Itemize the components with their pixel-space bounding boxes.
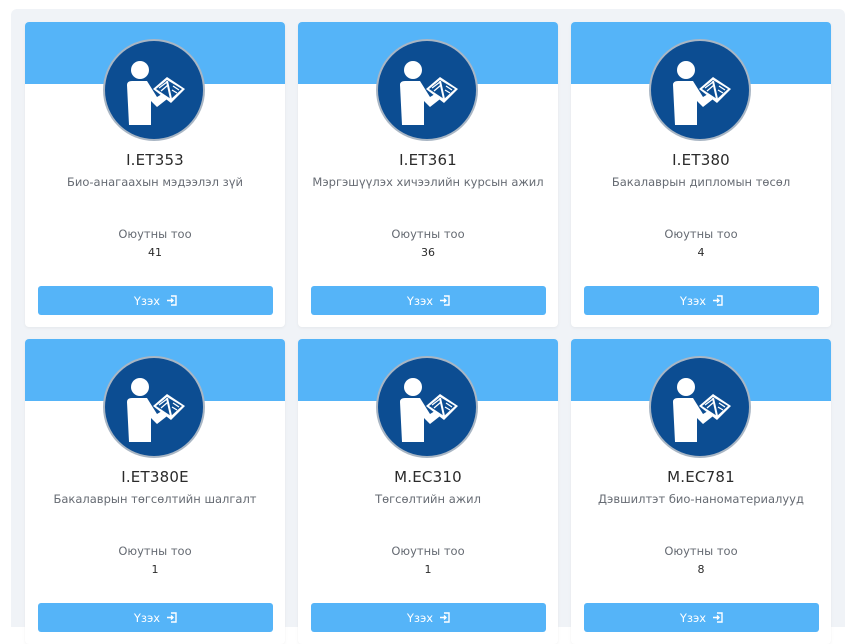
- view-button-label: Үзэх: [406, 610, 434, 625]
- course-code: I.ET361: [399, 151, 457, 169]
- student-count: 36: [421, 246, 435, 259]
- course-code: I.ET380E: [121, 468, 189, 486]
- course-name: Мэргэшүүлэх хичээлийн курсын ажил: [312, 175, 544, 189]
- view-button[interactable]: Үзэх: [38, 603, 273, 632]
- sign-in-icon: [167, 612, 177, 623]
- course-name: Био-анагаахын мэдээлэл зүй: [67, 175, 243, 189]
- view-button[interactable]: Үзэх: [311, 603, 546, 632]
- student-count: 1: [151, 563, 159, 576]
- student-count-label: Оюутны тоо: [118, 227, 192, 241]
- sign-in-icon: [713, 612, 723, 623]
- sign-in-icon: [713, 295, 723, 306]
- course-card: I.ET380E Бакалаврын төгсөлтийн шалгалт О…: [25, 339, 285, 644]
- reading-person-icon: [105, 358, 203, 456]
- course-code: M.EC310: [394, 468, 462, 486]
- student-count-label: Оюутны тоо: [391, 227, 465, 241]
- student-count: 1: [424, 563, 432, 576]
- view-button-label: Үзэх: [679, 610, 707, 625]
- sign-in-icon: [167, 295, 177, 306]
- course-name: Төгсөлтийн ажил: [375, 492, 481, 506]
- student-count-label: Оюутны тоо: [664, 544, 738, 558]
- course-name: Дэвшилтэт био-наноматериалууд: [598, 492, 804, 506]
- course-code: I.ET380: [672, 151, 730, 169]
- reading-person-icon: [105, 41, 203, 139]
- view-button[interactable]: Үзэх: [311, 286, 546, 315]
- course-card: I.ET361 Мэргэшүүлэх хичээлийн курсын ажи…: [298, 22, 558, 327]
- course-card: I.ET380 Бакалаврын дипломын төсөл Оюутны…: [571, 22, 831, 327]
- course-card: I.ET353 Био-анагаахын мэдээлэл зүй Оюутн…: [25, 22, 285, 327]
- view-button-label: Үзэх: [133, 610, 161, 625]
- reading-person-icon: [651, 41, 749, 139]
- sign-in-icon: [440, 295, 450, 306]
- course-card: M.EC310 Төгсөлтийн ажил Оюутны тоо 1 Үзэ…: [298, 339, 558, 644]
- view-button[interactable]: Үзэх: [584, 286, 819, 315]
- course-code: M.EC781: [667, 468, 735, 486]
- student-count-label: Оюутны тоо: [118, 544, 192, 558]
- student-count: 4: [697, 246, 705, 259]
- course-name: Бакалаврын төгсөлтийн шалгалт: [53, 492, 257, 506]
- student-count-label: Оюутны тоо: [664, 227, 738, 241]
- student-count-label: Оюутны тоо: [391, 544, 465, 558]
- view-button[interactable]: Үзэх: [38, 286, 273, 315]
- student-count: 41: [148, 246, 162, 259]
- course-card: M.EC781 Дэвшилтэт био-наноматериалууд Ою…: [571, 339, 831, 644]
- view-button-label: Үзэх: [133, 293, 161, 308]
- student-count: 8: [697, 563, 705, 576]
- sign-in-icon: [440, 612, 450, 623]
- course-code: I.ET353: [126, 151, 184, 169]
- reading-person-icon: [378, 358, 476, 456]
- view-button[interactable]: Үзэх: [584, 603, 819, 632]
- reading-person-icon: [378, 41, 476, 139]
- view-button-label: Үзэх: [406, 293, 434, 308]
- course-name: Бакалаврын дипломын төсөл: [611, 175, 791, 189]
- reading-person-icon: [651, 358, 749, 456]
- view-button-label: Үзэх: [679, 293, 707, 308]
